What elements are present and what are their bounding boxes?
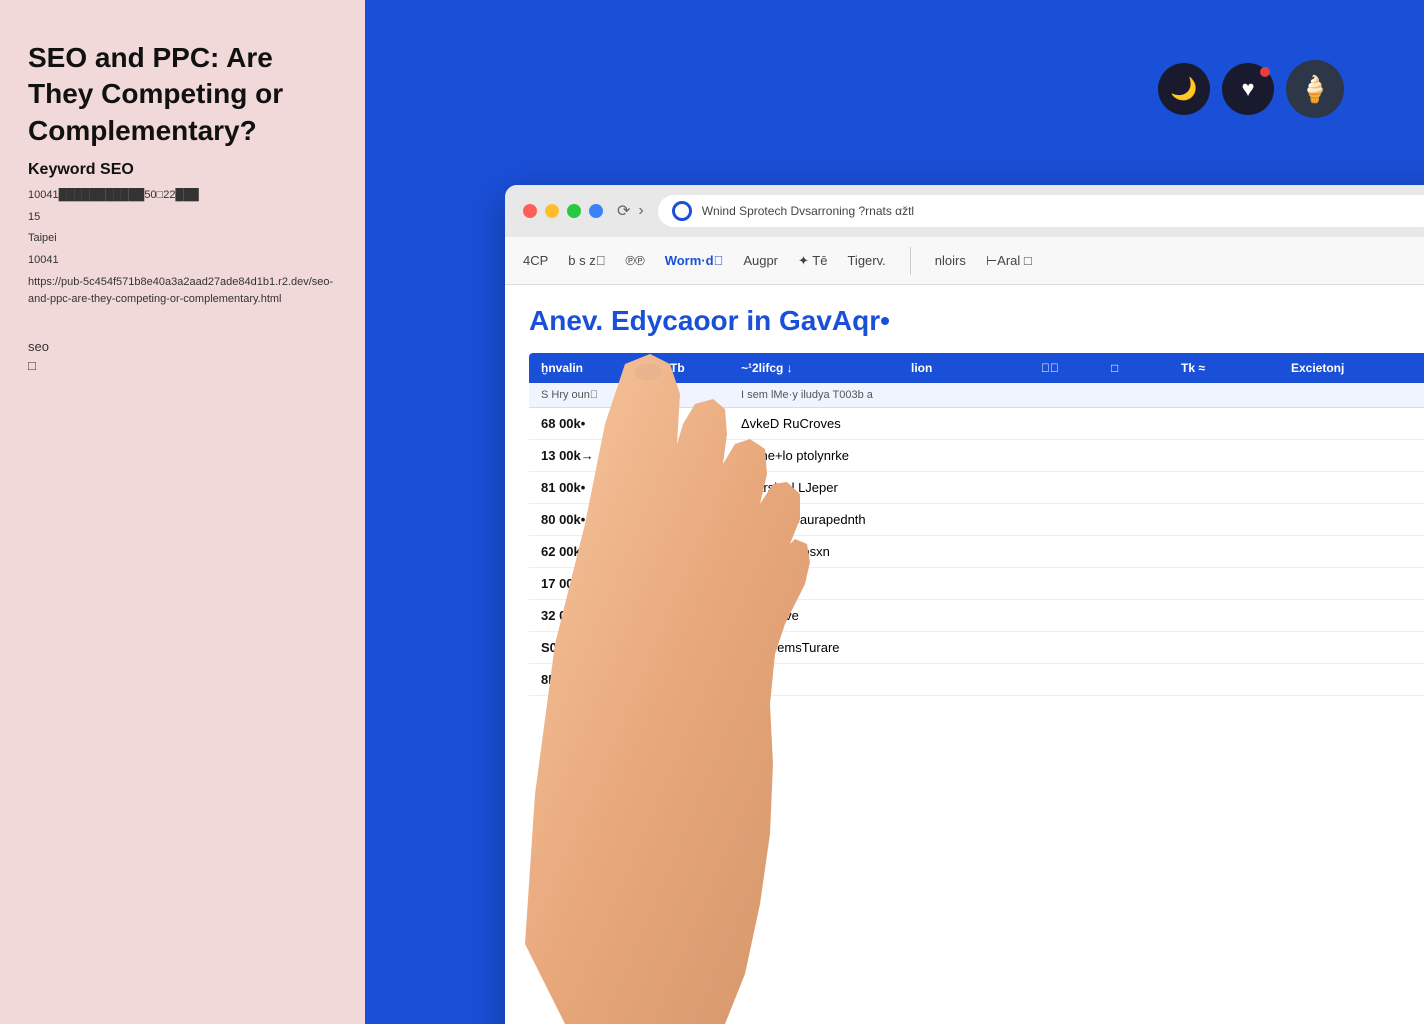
toolbar-item-1[interactable]: b s z⃝ — [568, 253, 605, 268]
col2-0: Eory — [651, 416, 731, 431]
table-row[interactable]: 32 00k• Bory Eowerave — [529, 600, 1424, 632]
col-header-6[interactable]: Tk ≈ — [1181, 361, 1281, 375]
browser-window: ⟳ › Wnind Sprotech Dvsarroning ?rnats αž… — [505, 185, 1424, 1024]
table-row[interactable]: 8F 00k• — [529, 664, 1424, 696]
meta-city: Taipei — [28, 230, 337, 248]
meta-code: 10041 — [28, 252, 337, 270]
extra-button[interactable] — [589, 204, 603, 218]
table-row[interactable]: 13 00k→ Byrg Clqne+lo ptolynrke — [529, 440, 1424, 472]
table-row[interactable]: 17 004• Rylg Dalywo — [529, 568, 1424, 600]
sidebar-tags: seo □ — [28, 339, 337, 373]
col-header-5[interactable]: □ — [1111, 361, 1171, 375]
col3-4: Єhalfowigrosxn — [741, 544, 901, 559]
sub-col-4 — [1041, 389, 1101, 401]
col2-7: Nilly — [651, 640, 731, 655]
sub-col-7 — [1291, 389, 1411, 401]
content-page-title: Anev. Edycaoor in GavAqr• — [529, 305, 1424, 337]
col3-2: Cllarsinal LJeper — [741, 480, 901, 495]
meta-id: 10041███████████50□22███ — [28, 187, 337, 205]
vol-6: 32 00k• — [541, 608, 641, 623]
table-row[interactable]: 81 00k• Egry Cllarsinal LJeper — [529, 472, 1424, 504]
top-icons-area: 🌙 ♥ 🍦 — [1158, 60, 1344, 118]
col-header-3[interactable]: lion — [911, 361, 1031, 375]
vol-5: 17 004• — [541, 576, 641, 591]
forward-icon[interactable]: › — [638, 202, 643, 220]
toolbar-item-5[interactable]: ✦ Tē — [798, 253, 827, 269]
sub-col-1: Roro — [651, 389, 731, 401]
divider — [910, 247, 911, 275]
col2-3: Bylg — [651, 512, 731, 527]
page-title: SEO and PPC: Are They Competing or Compl… — [28, 40, 337, 149]
sub-col-3 — [911, 389, 1031, 401]
icecream-icon[interactable]: 🍦 — [1286, 60, 1344, 118]
col3-3: PonwΩ_Caurapednth — [741, 512, 901, 527]
col3-5: Dalywo — [741, 576, 901, 591]
toolbar-item-0[interactable]: 4CP — [523, 253, 548, 268]
col2-5: Rylg — [651, 576, 731, 591]
col3-7: OhrepemsTurare — [741, 640, 901, 655]
col-header-4[interactable]: ↩⃝ — [1041, 361, 1101, 375]
maximize-button[interactable] — [567, 204, 581, 218]
meta-num: 15 — [28, 209, 337, 227]
vol-0: 68 00k• — [541, 416, 641, 431]
sub-col-5 — [1111, 389, 1171, 401]
sidebar-subtitle: Keyword SEO — [28, 161, 337, 179]
col-header-2[interactable]: ~¹2lifcg ↓ — [741, 361, 901, 375]
close-button[interactable] — [523, 204, 537, 218]
toolbar-item-8[interactable]: ⊢Aral □ — [986, 253, 1032, 269]
tag-seo: seo — [28, 339, 337, 354]
browser-content: Anev. Edycaoor in GavAqr• ḫnvalin ls⃝Tb … — [505, 285, 1424, 1024]
sidebar: SEO and PPC: Are They Competing or Compl… — [0, 0, 365, 1024]
col3-0: ΔvkeD RuCroves — [741, 416, 901, 431]
sub-col-2: I sem lMe·y iludya T003b a — [741, 389, 901, 401]
table-row[interactable]: S0 00k• Nilly OhrepemsTurare — [529, 632, 1424, 664]
browser-titlebar: ⟳ › Wnind Sprotech Dvsarroning ?rnats αž… — [505, 185, 1424, 237]
address-bar[interactable]: Wnind Sprotech Dvsarroning ?rnats αžtl — [658, 195, 1424, 227]
toolbar-item-7[interactable]: nloirs — [935, 253, 966, 268]
browser-logo — [672, 201, 692, 221]
traffic-lights — [523, 204, 603, 218]
col-header-7[interactable]: Excietonj — [1291, 361, 1411, 375]
page-title-area: Anev. Edycaoor in GavAqr• — [529, 305, 1424, 337]
vol-1: 13 00k→ — [541, 448, 641, 463]
address-text: Wnind Sprotech Dvsarroning ?rnats αžtl — [702, 204, 1422, 218]
col2-2: Egry — [651, 480, 731, 495]
vol-8: 8F 00k• — [541, 672, 641, 687]
col-header-1[interactable]: ls⃝Tb — [651, 361, 731, 375]
table-header: ḫnvalin ls⃝Tb ~¹2lifcg ↓ lion ↩⃝ □ Tk ≈ … — [529, 353, 1424, 383]
vol-7: S0 00k• — [541, 640, 641, 655]
col3-1: Clqne+lo ptolynrke — [741, 448, 901, 463]
table-row[interactable]: 80 00k• Bylg PonwΩ_Caurapednth — [529, 504, 1424, 536]
meta-url: https://pub-5c454f571b8e40a3a2aad27ade84… — [28, 274, 337, 309]
vol-4: 62 00k• — [541, 544, 641, 559]
toolbar-item-2[interactable]: ℗℗ — [626, 253, 645, 268]
sub-col-6 — [1181, 389, 1281, 401]
col2-1: Byrg — [651, 448, 731, 463]
vol-3: 80 00k• — [541, 512, 641, 527]
toolbar-item-3[interactable]: Worm·d⃝ — [665, 253, 724, 268]
tag-icon: □ — [28, 358, 337, 373]
browser-toolbar: 4CP b s z⃝ ℗℗ Worm·d⃝ Augpr ✦ Tē Tigerv.… — [505, 237, 1424, 285]
heart-icon[interactable]: ♥ — [1222, 63, 1274, 115]
sub-col-0: S Hry oun⃝ — [541, 389, 641, 401]
table-subheader: S Hry oun⃝ Roro I sem lMe·y iludya T003b… — [529, 383, 1424, 408]
table-row[interactable]: 68 00k• Eory ΔvkeD RuCroves — [529, 408, 1424, 440]
col2-4: Bury — [651, 544, 731, 559]
minimize-button[interactable] — [545, 204, 559, 218]
back-icon[interactable]: ⟳ — [617, 201, 630, 221]
toolbar-item-6[interactable]: Tigerv. — [847, 253, 885, 268]
toolbar-item-4[interactable]: Augpr — [743, 253, 778, 268]
col2-6: Bory — [651, 608, 731, 623]
moon-icon[interactable]: 🌙 — [1158, 63, 1210, 115]
col3-6: Eowerave — [741, 608, 901, 623]
table-row[interactable]: 62 00k• Bury Єhalfowigrosxn — [529, 536, 1424, 568]
nav-buttons: ⟳ › — [617, 201, 644, 221]
col-header-0[interactable]: ḫnvalin — [541, 361, 641, 375]
vol-2: 81 00k• — [541, 480, 641, 495]
main-area: 🌙 ♥ 🍦 ⟳ › Wnind Sprotech Dvsarroning ?rn… — [365, 0, 1424, 1024]
